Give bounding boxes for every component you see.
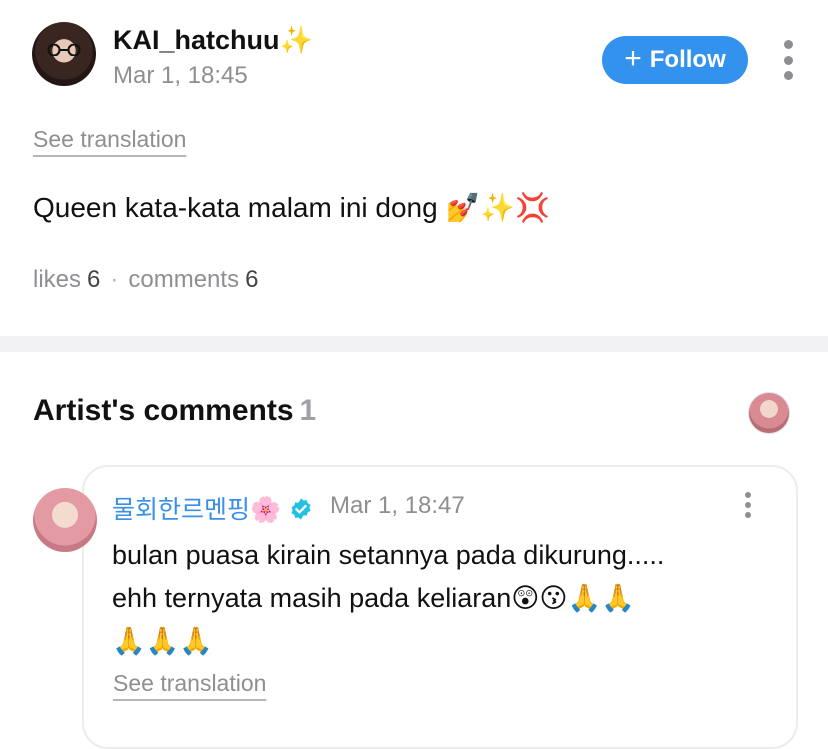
comment-see-translation-link[interactable]: See translation [113, 670, 266, 697]
post-more-icon[interactable] [778, 40, 798, 80]
comment-more-icon[interactable] [738, 492, 758, 518]
plus-icon: + [624, 41, 642, 75]
artist-comments-count: 1 [299, 394, 317, 427]
stats-separator: · [110, 266, 119, 293]
comments-count: 6 [245, 266, 259, 293]
section-divider [0, 336, 828, 352]
comment-line: 🙏🙏🙏 [112, 626, 213, 656]
post-see-translation-link[interactable]: See translation [33, 126, 186, 153]
comment-author[interactable]: 물회한르멘핑🌸 [112, 490, 313, 526]
follow-button[interactable]: + Follow [602, 36, 748, 84]
avatar-glasses [47, 44, 81, 56]
verified-badge-icon [291, 498, 311, 520]
post-body-text: Queen kata-kata malam ini dong 💅✨💢 [33, 192, 551, 223]
artist-comments-heading: Artist's comments 1 [33, 394, 316, 428]
author-avatar[interactable] [32, 22, 96, 86]
commenter-avatar[interactable] [33, 488, 97, 552]
post-stats: likes 6 · comments 6 [33, 266, 258, 294]
comment-timestamp: Mar 1, 18:47 [330, 492, 465, 519]
artist-comments-title: Artist's comments [33, 394, 294, 427]
post-timestamp: Mar 1, 18:45 [113, 62, 248, 89]
likes-count: 6 [87, 266, 101, 293]
comment-body: bulan puasa kirain setannya pada dikurun… [112, 534, 762, 663]
follow-button-label: Follow [649, 46, 726, 73]
author-username[interactable]: KAI_hatchuu✨ [113, 24, 313, 56]
comment-line: bulan puasa kirain setannya pada dikurun… [112, 540, 665, 570]
comments-label[interactable]: comments [128, 266, 239, 293]
comment-line: ehh ternyata masih pada keliaran😲😗🙏🙏 [112, 583, 635, 613]
likes-label[interactable]: likes [33, 266, 81, 293]
artist-mini-avatar[interactable] [748, 392, 790, 434]
comment-author-name[interactable]: 물회한르멘핑🌸 [112, 490, 281, 526]
